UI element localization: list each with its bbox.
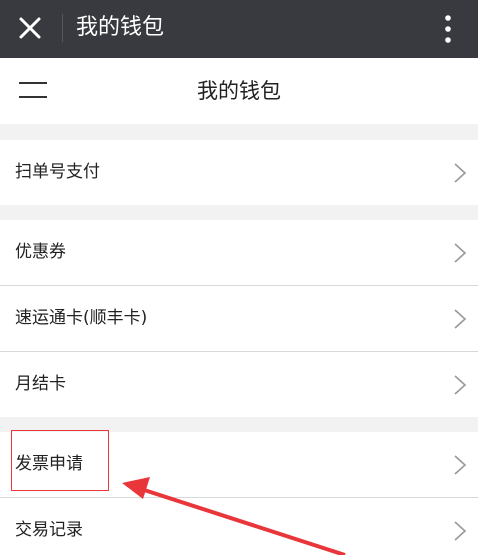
list-item-label: 交易记录 <box>15 520 83 540</box>
chevron-right-icon <box>452 162 468 184</box>
list-item-label: 扫单号支付 <box>15 162 100 182</box>
list-item-label: 速运通卡(顺丰卡) <box>15 308 148 328</box>
nav-bar: 我的钱包 <box>0 58 478 124</box>
top-bar-divider <box>62 14 63 42</box>
list-item-label: 优惠券 <box>15 242 66 262</box>
page-title: 我的钱包 <box>197 79 281 103</box>
top-bar-title: 我的钱包 <box>76 15 165 40</box>
top-bar: 我的钱包 <box>0 0 478 58</box>
chevron-right-icon <box>452 454 468 476</box>
chevron-right-icon <box>452 520 468 542</box>
close-icon[interactable] <box>14 12 46 44</box>
list-item-scan-pay[interactable]: 扫单号支付 <box>0 140 478 205</box>
list-item-transactions[interactable]: 交易记录 <box>0 498 478 555</box>
list-item-label: 月结卡 <box>15 374 66 394</box>
highlight-box <box>11 430 109 491</box>
list-item-express-card[interactable]: 速运通卡(顺丰卡) <box>0 286 478 351</box>
chevron-right-icon <box>452 242 468 264</box>
list-item-monthly-card[interactable]: 月结卡 <box>0 352 478 417</box>
chevron-right-icon <box>452 308 468 330</box>
more-vertical-icon[interactable] <box>436 12 460 46</box>
chevron-right-icon <box>452 374 468 396</box>
list-item-coupons[interactable]: 优惠券 <box>0 220 478 285</box>
